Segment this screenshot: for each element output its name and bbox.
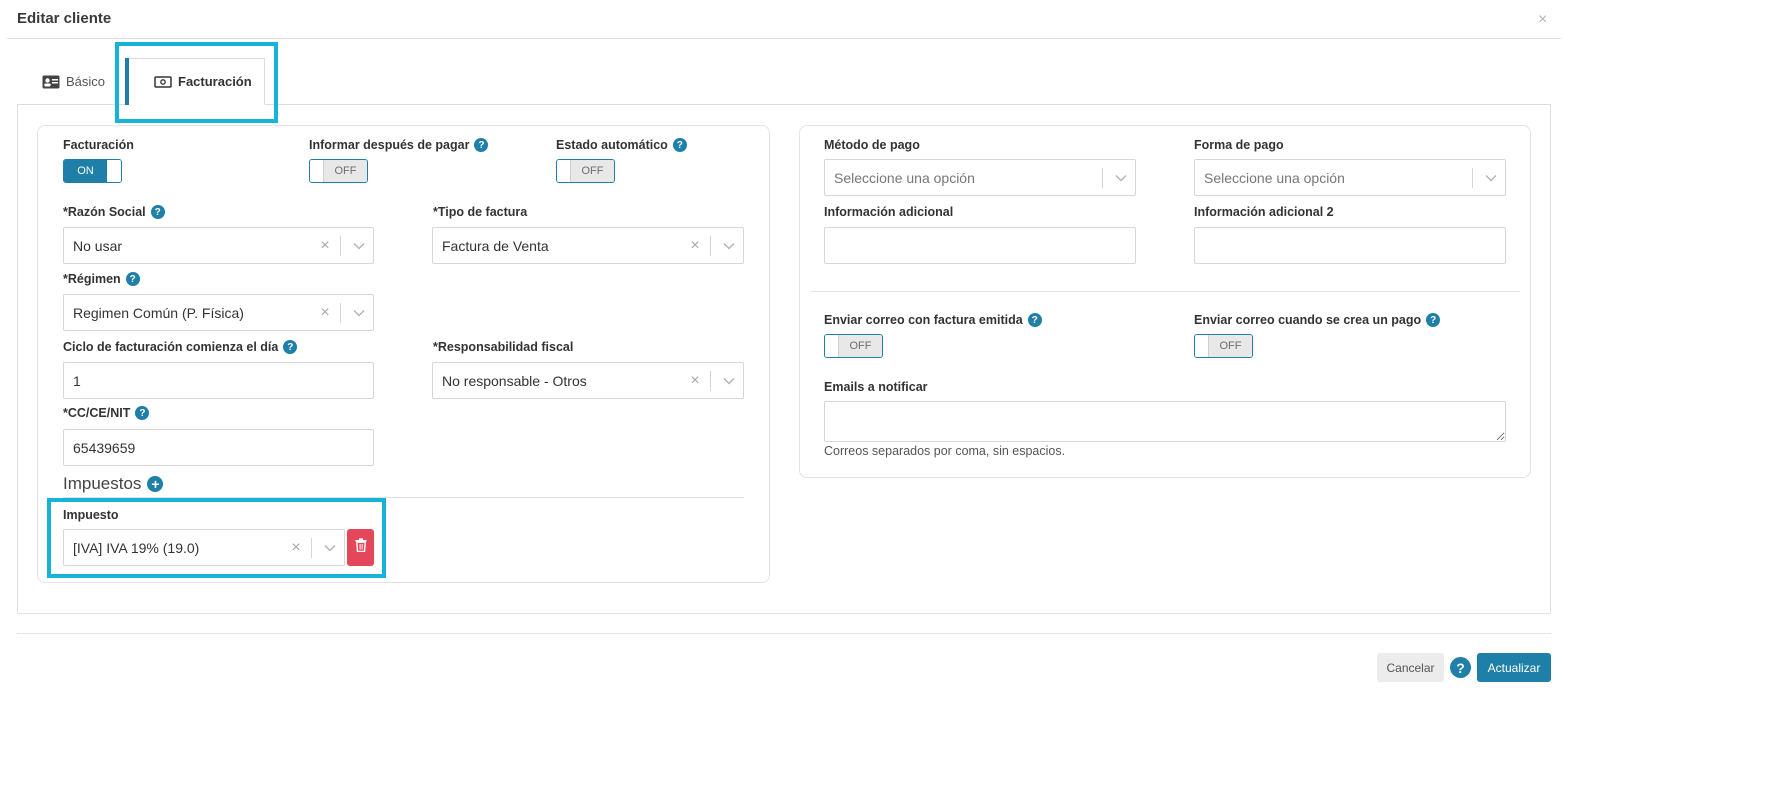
- help-icon[interactable]: ?: [125, 272, 140, 286]
- estado-toggle[interactable]: OFF: [556, 159, 615, 183]
- tab-label: Básico: [66, 74, 106, 89]
- chevron-down-icon[interactable]: [715, 377, 743, 385]
- informar-toggle[interactable]: OFF: [309, 159, 368, 183]
- responsabilidad-select[interactable]: No responsable - Otros ×: [432, 362, 744, 399]
- toggle-knob: [825, 335, 839, 357]
- emails-textarea[interactable]: [824, 401, 1506, 442]
- select-separator: [1472, 167, 1473, 188]
- input-value: 1: [73, 372, 81, 389]
- info-adicional2-input[interactable]: [1194, 227, 1506, 264]
- close-icon[interactable]: ×: [1538, 11, 1547, 29]
- facturacion-label: Facturación: [63, 138, 134, 152]
- highlight-box-tax: [47, 498, 386, 578]
- chevron-down-icon[interactable]: [1477, 174, 1505, 182]
- clear-icon[interactable]: ×: [314, 237, 336, 255]
- update-button[interactable]: Actualizar: [1477, 653, 1551, 682]
- chevron-down-icon[interactable]: [345, 242, 373, 250]
- highlight-box-tab: [115, 42, 278, 123]
- help-icon[interactable]: ?: [1426, 313, 1441, 327]
- info-adicional-label: Información adicional: [824, 205, 954, 219]
- select-separator: [710, 370, 711, 391]
- info-adicional2-label: Información adicional 2: [1194, 205, 1334, 219]
- toggle-text: OFF: [324, 160, 367, 182]
- info-adicional-input[interactable]: [824, 227, 1136, 264]
- add-tax-icon[interactable]: +: [147, 476, 164, 492]
- ciclo-label: Ciclo de facturación comienza el día?: [63, 340, 298, 354]
- correo-pago-label: Enviar correo cuando se crea un pago?: [1194, 313, 1441, 327]
- help-icon[interactable]: ?: [672, 138, 687, 152]
- metodo-pago-select[interactable]: Seleccione una opción: [824, 159, 1136, 196]
- cancel-button[interactable]: Cancelar: [1377, 653, 1444, 682]
- help-icon[interactable]: ?: [474, 138, 489, 152]
- cc-label: *CC/CE/NIT?: [63, 406, 150, 420]
- select-value: Regimen Común (P. Física): [73, 304, 244, 321]
- right-card-divider: [811, 291, 1520, 292]
- footer-divider: [17, 633, 1551, 634]
- tab-basico[interactable]: Básico: [36, 58, 105, 105]
- ciclo-input[interactable]: 1: [63, 362, 374, 399]
- regimen-label: *Régimen?: [63, 272, 140, 286]
- informar-label: Informar después de pagar?: [309, 138, 489, 152]
- correo-factura-toggle[interactable]: OFF: [824, 334, 883, 358]
- chevron-down-icon[interactable]: [345, 309, 373, 317]
- toggle-knob: [107, 160, 121, 182]
- id-card-icon: [42, 75, 60, 89]
- cc-input[interactable]: 65439659: [63, 429, 374, 466]
- modal-title: Editar cliente: [17, 10, 112, 27]
- forma-pago-select[interactable]: Seleccione una opción: [1194, 159, 1506, 196]
- estado-label: Estado automático?: [556, 138, 687, 152]
- facturacion-toggle[interactable]: ON: [63, 159, 122, 183]
- help-icon[interactable]: ?: [135, 406, 150, 420]
- emails-hint: Correos separados por coma, sin espacios…: [824, 444, 1066, 458]
- select-separator: [710, 235, 711, 256]
- select-value: No responsable - Otros: [442, 372, 587, 389]
- help-icon[interactable]: ?: [1450, 657, 1471, 678]
- correo-pago-toggle[interactable]: OFF: [1194, 334, 1253, 358]
- input-value: 65439659: [73, 439, 136, 456]
- toggle-knob: [310, 160, 324, 182]
- select-value: No usar: [73, 237, 123, 254]
- select-separator: [1102, 167, 1103, 188]
- regimen-select[interactable]: Regimen Común (P. Física) ×: [63, 294, 374, 331]
- clear-icon[interactable]: ×: [684, 372, 706, 390]
- metodo-pago-label: Método de pago: [824, 138, 920, 152]
- select-separator: [340, 235, 341, 256]
- help-icon[interactable]: ?: [150, 205, 165, 219]
- help-icon[interactable]: ?: [283, 340, 298, 354]
- select-placeholder: Seleccione una opción: [1204, 169, 1345, 186]
- toggle-knob: [557, 160, 571, 182]
- impuestos-title: Impuestos +: [63, 474, 164, 494]
- emails-label: Emails a notificar: [824, 380, 928, 394]
- select-placeholder: Seleccione una opción: [834, 169, 975, 186]
- toggle-text: OFF: [1209, 335, 1252, 357]
- select-value: Factura de Venta: [442, 237, 549, 254]
- responsabilidad-label: *Responsabilidad fiscal: [433, 340, 574, 354]
- toggle-text: OFF: [571, 160, 614, 182]
- header-divider: [7, 38, 1561, 39]
- chevron-down-icon[interactable]: [1107, 174, 1135, 182]
- select-separator: [340, 302, 341, 323]
- tipo-factura-label: *Tipo de factura: [433, 205, 528, 219]
- correo-factura-label: Enviar correo con factura emitida?: [824, 313, 1042, 327]
- toggle-text: OFF: [839, 335, 882, 357]
- toggle-text: ON: [64, 160, 107, 182]
- chevron-down-icon[interactable]: [715, 242, 743, 250]
- tipo-factura-select[interactable]: Factura de Venta ×: [432, 227, 744, 264]
- clear-icon[interactable]: ×: [314, 304, 336, 322]
- help-icon[interactable]: ?: [1027, 313, 1042, 327]
- razon-social-select[interactable]: No usar ×: [63, 227, 374, 264]
- clear-icon[interactable]: ×: [684, 237, 706, 255]
- razon-social-label: *Razón Social?: [63, 205, 165, 219]
- toggle-knob: [1195, 335, 1209, 357]
- forma-pago-label: Forma de pago: [1194, 138, 1284, 152]
